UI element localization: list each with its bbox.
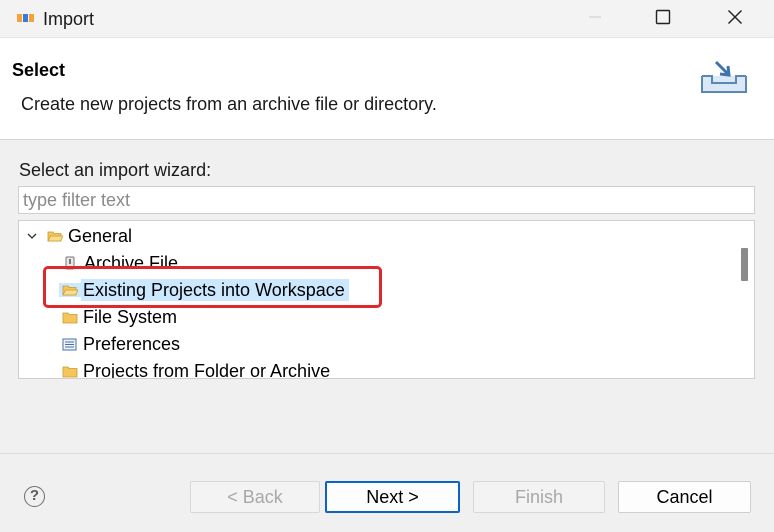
folder-icon — [62, 364, 78, 378]
page-title: Select — [12, 60, 66, 80]
title-bar: Import — [0, 0, 774, 38]
chevron-down-icon[interactable] — [25, 229, 39, 243]
folder-open-icon — [47, 229, 63, 243]
archive-file-icon — [63, 256, 79, 270]
tree-item-label: Archive File — [84, 253, 179, 273]
tree-item-label: Preferences — [83, 334, 181, 354]
eclipse-ide-icon — [16, 11, 36, 25]
tree-item-label: Existing Projects into Workspace — [81, 279, 349, 301]
maximize-button[interactable] — [628, 0, 698, 38]
vertical-scrollbar[interactable] — [734, 221, 754, 378]
back-button[interactable]: < Back — [190, 481, 320, 513]
cancel-button[interactable]: Cancel — [618, 481, 751, 513]
minimize-button[interactable] — [560, 0, 630, 38]
tree-category-label: General — [68, 226, 133, 246]
close-icon — [727, 9, 743, 30]
tree-category-general[interactable]: General — [25, 223, 132, 249]
tree-item-file-system[interactable]: File System — [62, 304, 177, 330]
finish-button[interactable]: Finish — [473, 481, 605, 513]
tree-item-label: File System — [83, 307, 178, 327]
window-title: Import — [43, 9, 95, 29]
wizard-tree: General Archive File Existing Projects i… — [18, 220, 755, 379]
maximize-icon — [655, 9, 671, 30]
minimize-icon — [588, 10, 602, 29]
project-folder-icon — [59, 283, 81, 297]
next-button[interactable]: Next > — [325, 481, 460, 513]
tree-item-label: Projects from Folder or Archive — [83, 361, 331, 379]
tree-item-existing-projects[interactable]: Existing Projects into Workspace — [59, 277, 349, 303]
page-description: Create new projects from an archive file… — [21, 94, 437, 114]
scrollbar-thumb[interactable] — [741, 248, 748, 281]
footer-divider — [0, 453, 774, 454]
folder-icon — [62, 310, 78, 324]
preferences-icon — [62, 337, 78, 351]
wizard-header: Select Create new projects from an archi… — [0, 38, 774, 140]
tree-item-preferences[interactable]: Preferences — [62, 331, 180, 357]
tree-item-projects-from-folder[interactable]: Projects from Folder or Archive — [62, 358, 331, 379]
wizard-label: Select an import wizard: — [19, 160, 212, 180]
help-button[interactable]: ? — [24, 486, 45, 507]
tree-item-archive-file[interactable]: Archive File — [63, 250, 178, 276]
filter-input[interactable] — [18, 186, 755, 214]
import-tray-icon — [696, 56, 752, 100]
close-button[interactable] — [700, 0, 770, 38]
